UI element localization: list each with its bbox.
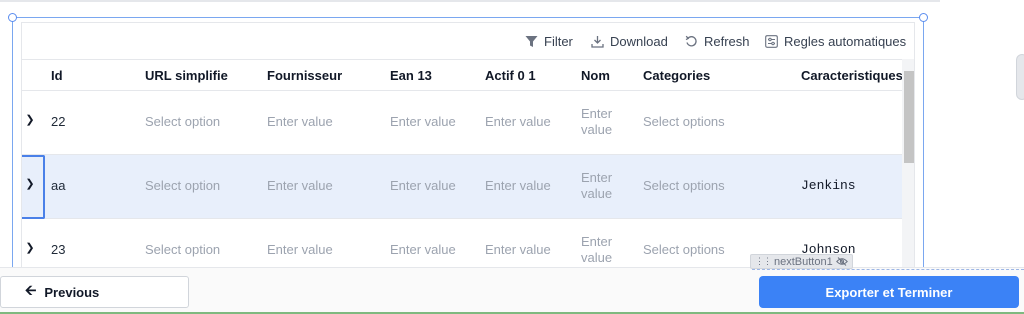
column-header-categories[interactable]: Categories <box>643 68 710 83</box>
export-finish-label: Exporter et Terminer <box>825 284 953 300</box>
export-finish-button[interactable]: Exporter et Terminer <box>759 276 1019 308</box>
refresh-icon <box>685 35 697 46</box>
page-scroll-handle[interactable] <box>1016 54 1024 100</box>
column-header-nom[interactable]: Nom <box>581 68 610 83</box>
widget-name-tag[interactable]: ⋮⋮ nextButton1 <box>750 254 853 269</box>
cell-nom-input[interactable]: Enter value <box>581 234 612 266</box>
cell-nom-line2: value <box>581 250 613 265</box>
cell-actif-input[interactable]: Enter value <box>485 114 551 129</box>
table-header: Id URL simplifie Fournisseur Ean 13 Acti… <box>22 59 903 91</box>
cell-fournisseur-input[interactable]: Enter value <box>267 114 333 129</box>
cell-nom-line1: Enter <box>581 234 613 249</box>
table-row-selected[interactable]: ❯ aa Select option Enter value Enter val… <box>22 155 902 219</box>
cell-url-select[interactable]: Select option <box>145 178 220 193</box>
cell-id: aa <box>51 178 66 193</box>
table-widget: Filter Download Refresh Regles automatiq… <box>21 22 915 268</box>
refresh-button[interactable]: Refresh <box>685 33 750 49</box>
top-divider <box>0 0 1024 2</box>
column-header-ean[interactable]: Ean 13 <box>390 68 432 83</box>
table-scroll-thumb[interactable] <box>904 71 914 163</box>
previous-button[interactable]: 🡨 Previous <box>0 276 189 308</box>
cell-nom-line2: value <box>581 122 613 137</box>
column-header-caracteristiques[interactable]: Caracteristiques <box>801 68 903 83</box>
rules-button[interactable]: Regles automatiques <box>765 33 906 49</box>
cell-fournisseur-input[interactable]: Enter value <box>267 178 333 193</box>
filter-icon <box>525 35 538 47</box>
chevron-right-icon[interactable]: ❯ <box>24 113 36 129</box>
right-panel <box>940 0 1024 268</box>
cell-nom-line1: Enter <box>581 106 613 121</box>
cell-id: 23 <box>51 242 66 257</box>
download-button[interactable]: Download <box>591 33 668 49</box>
rules-label: Regles automatiques <box>784 33 907 49</box>
settings-sliders-icon <box>765 34 778 48</box>
cell-id: 22 <box>51 114 66 129</box>
cell-caracteristiques: Jenkins <box>801 178 856 193</box>
download-label: Download <box>610 33 668 49</box>
table-vertical-scrollbar[interactable] <box>902 59 914 267</box>
cell-nom-line2: value <box>581 186 613 201</box>
column-header-id[interactable]: Id <box>51 68 63 83</box>
table-toolbar: Filter Download Refresh Regles automatiq… <box>22 23 914 59</box>
table-row[interactable]: ❯ 22 Select option Enter value Enter val… <box>22 91 902 155</box>
column-header-actif[interactable]: Actif 0 1 <box>485 68 536 83</box>
drag-handle-icon[interactable]: ⋮⋮ <box>755 256 772 267</box>
chevron-right-icon[interactable]: ❯ <box>24 241 36 257</box>
resize-handle-top-right[interactable] <box>919 13 928 22</box>
download-icon <box>591 35 604 48</box>
cell-nom-input[interactable]: Enter value <box>581 106 612 138</box>
cell-url-select[interactable]: Select option <box>145 242 220 257</box>
filter-button[interactable]: Filter <box>525 33 573 49</box>
cell-ean-input[interactable]: Enter value <box>390 114 456 129</box>
cell-nom-input[interactable]: Enter value <box>581 170 612 202</box>
eye-off-icon[interactable] <box>835 257 848 266</box>
cell-ean-input[interactable]: Enter value <box>390 242 456 257</box>
cell-ean-input[interactable]: Enter value <box>390 178 456 193</box>
column-header-url[interactable]: URL simplifie <box>145 68 228 83</box>
widget-name-label: nextButton1 <box>774 255 833 268</box>
column-header-fournisseur[interactable]: Fournisseur <box>267 68 342 83</box>
arrow-left-icon: 🡨 <box>25 282 37 298</box>
previous-label: Previous <box>44 284 100 300</box>
resize-handle-top-left[interactable] <box>8 13 17 22</box>
filter-label: Filter <box>544 33 573 49</box>
cell-actif-input[interactable]: Enter value <box>485 178 551 193</box>
refresh-label: Refresh <box>704 33 750 49</box>
cell-categories-select[interactable]: Select options <box>643 242 725 257</box>
cell-categories-select[interactable]: Select options <box>643 114 725 129</box>
chevron-right-icon[interactable]: ❯ <box>24 177 36 193</box>
cell-actif-input[interactable]: Enter value <box>485 242 551 257</box>
footer-widget-outline <box>752 269 1024 270</box>
cell-nom-line1: Enter <box>581 170 613 185</box>
cell-categories-select[interactable]: Select options <box>643 178 725 193</box>
cell-fournisseur-input[interactable]: Enter value <box>267 242 333 257</box>
cell-url-select[interactable]: Select option <box>145 114 220 129</box>
